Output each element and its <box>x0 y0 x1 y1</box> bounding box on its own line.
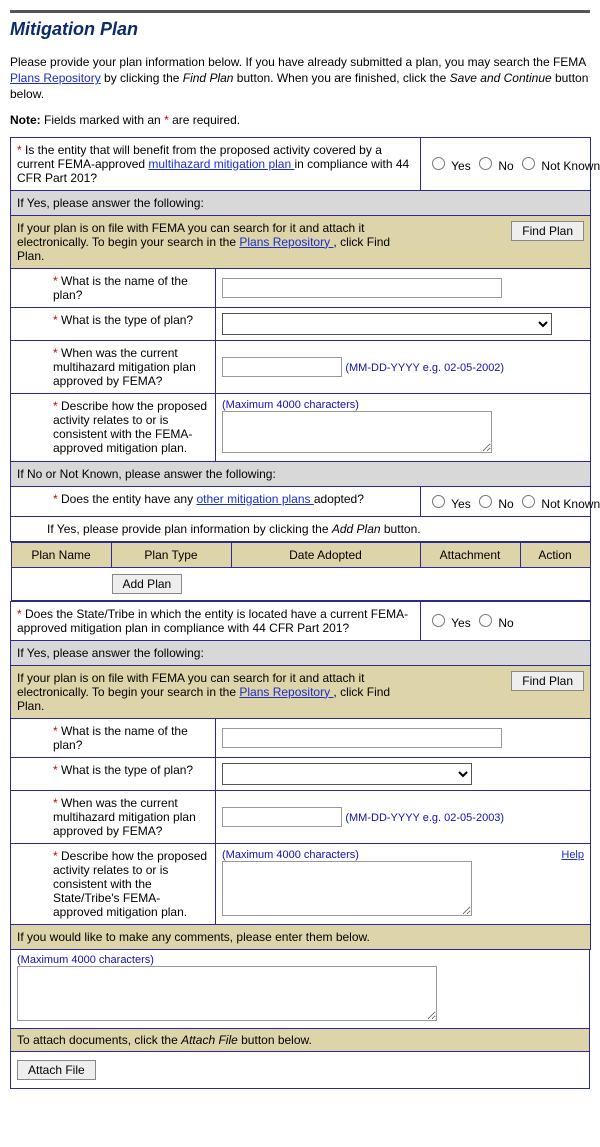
ifyes-addplan-before: If Yes, please provide plan information … <box>47 522 332 536</box>
attach-hdr-before: To attach documents, click the <box>17 1033 181 1047</box>
intro-savecont-em: Save and Continue <box>450 71 552 85</box>
q-name-1: What is the name of the plan? <box>53 274 188 302</box>
q3-yes-label: Yes <box>451 616 471 630</box>
intro-after: button. When you are finished, click the <box>233 71 449 85</box>
col-date-adopted: Date Adopted <box>231 542 420 567</box>
plan-type-select-2[interactable] <box>222 763 472 785</box>
max-hint-2: (Maximum 4000 characters) <box>222 849 584 861</box>
attach-file-button[interactable]: Attach File <box>17 1060 96 1080</box>
plan-name-input-2[interactable] <box>222 728 502 748</box>
req-ast: * <box>53 346 61 360</box>
max-hint-3: (Maximum 4000 characters) <box>17 954 583 966</box>
date-hint-2: (MM-DD-YYYY e.g. 02-05-2003) <box>345 812 504 824</box>
ifyes-header-2: If Yes, please answer the following: <box>11 640 591 665</box>
top-rule <box>10 10 590 13</box>
plan-name-input-1[interactable] <box>222 278 502 298</box>
req-ast: * <box>17 143 25 157</box>
note-label: Note: <box>10 113 41 127</box>
intro-text: Please provide your plan information bel… <box>10 54 590 103</box>
ifyes-header-1: If Yes, please answer the following: <box>11 190 591 215</box>
q-type-1: What is the type of plan? <box>61 313 193 327</box>
col-attachment: Attachment <box>420 542 520 567</box>
intro-findplan-em: Find Plan <box>183 71 234 85</box>
intro-before: Please provide your plan information bel… <box>10 55 586 69</box>
req-ast: * <box>53 849 61 863</box>
col-plan-name: Plan Name <box>11 542 111 567</box>
find-plan-button-2[interactable]: Find Plan <box>511 671 584 691</box>
req-ast: * <box>53 492 61 506</box>
note-line: Note: Fields marked with an * are requir… <box>10 113 590 127</box>
plan-date-input-1[interactable] <box>222 357 342 377</box>
q1-nk-radio[interactable] <box>522 157 535 170</box>
q-desc-1: Describe how the proposed activity relat… <box>53 399 207 455</box>
plan-date-input-2[interactable] <box>222 807 342 827</box>
intro-mid: by clicking the <box>101 71 183 85</box>
req-ast: * <box>53 763 61 777</box>
form-table: * Is the entity that will benefit from t… <box>10 137 591 950</box>
add-plan-button[interactable]: Add Plan <box>112 574 183 594</box>
q1-nk-label: Not Known <box>541 159 600 173</box>
q-other-before: Does the entity have any <box>61 492 196 506</box>
q-state: Does the State/Tribe in which the entity… <box>17 607 408 635</box>
q1-no-label: No <box>498 159 513 173</box>
q-name-2: What is the name of the plan? <box>53 724 188 752</box>
find-plan-button-1[interactable]: Find Plan <box>511 221 584 241</box>
other-plans-table: Plan Name Plan Type Date Adopted Attachm… <box>11 542 591 568</box>
comments-header: If you would like to make any comments, … <box>11 924 591 949</box>
q1-no-radio[interactable] <box>479 157 492 170</box>
q1-yes-radio[interactable] <box>432 157 445 170</box>
q2-nk-label: Not Known <box>541 497 600 511</box>
plan-type-select-1[interactable] <box>222 313 552 335</box>
q2-no-label: No <box>498 497 513 511</box>
plans-repository-link-3[interactable]: Plans Repository <box>239 685 333 699</box>
q-when-1: When was the current multihazard mitigat… <box>53 346 196 388</box>
q-desc-2: Describe how the proposed activity relat… <box>53 849 207 919</box>
note-tail: are required. <box>169 113 240 127</box>
attach-hdr-after: button below. <box>238 1033 312 1047</box>
ifyes-addplan-after: button. <box>381 522 421 536</box>
req-ast: * <box>53 796 61 810</box>
multihazard-plan-link[interactable]: multihazard mitigation plan <box>148 157 294 171</box>
q3-yes-radio[interactable] <box>432 614 445 627</box>
req-ast: * <box>53 399 61 413</box>
plan-desc-textarea-1[interactable] <box>222 411 492 453</box>
q2-yes-label: Yes <box>451 497 471 511</box>
date-hint-1: (MM-DD-YYYY e.g. 02-05-2002) <box>345 362 504 374</box>
q-when-2: When was the current multihazard mitigat… <box>53 796 196 838</box>
note-text: Fields marked with an <box>41 113 164 127</box>
ifno-header: If No or Not Known, please answer the fo… <box>11 461 591 486</box>
help-link[interactable]: Help <box>561 849 584 861</box>
max-hint-1: (Maximum 4000 characters) <box>222 399 584 411</box>
col-action: Action <box>520 542 590 567</box>
plan-desc-textarea-2[interactable] <box>222 861 472 916</box>
comments-textarea[interactable] <box>17 966 437 1021</box>
attach-hdr-em: Attach File <box>181 1033 238 1047</box>
req-ast: * <box>53 313 61 327</box>
q2-yes-radio[interactable] <box>432 495 445 508</box>
req-ast: * <box>53 274 61 288</box>
req-ast: * <box>17 607 25 621</box>
col-plan-type: Plan Type <box>111 542 231 567</box>
q1-yes-label: Yes <box>451 159 471 173</box>
page-title: Mitigation Plan <box>10 19 590 40</box>
other-mitigation-plans-link[interactable]: other mitigation plans <box>196 492 313 506</box>
req-ast: * <box>53 724 61 738</box>
q3-no-radio[interactable] <box>479 614 492 627</box>
ifyes-addplan-em: Add Plan <box>332 522 381 536</box>
q-other-after: adopted? <box>314 492 364 506</box>
plans-repository-link-2[interactable]: Plans Repository <box>239 235 333 249</box>
q2-nk-radio[interactable] <box>522 495 535 508</box>
q-type-2: What is the type of plan? <box>61 763 193 777</box>
q2-no-radio[interactable] <box>479 495 492 508</box>
q3-no-label: No <box>498 616 513 630</box>
plans-repository-link[interactable]: Plans Repository <box>10 71 101 85</box>
